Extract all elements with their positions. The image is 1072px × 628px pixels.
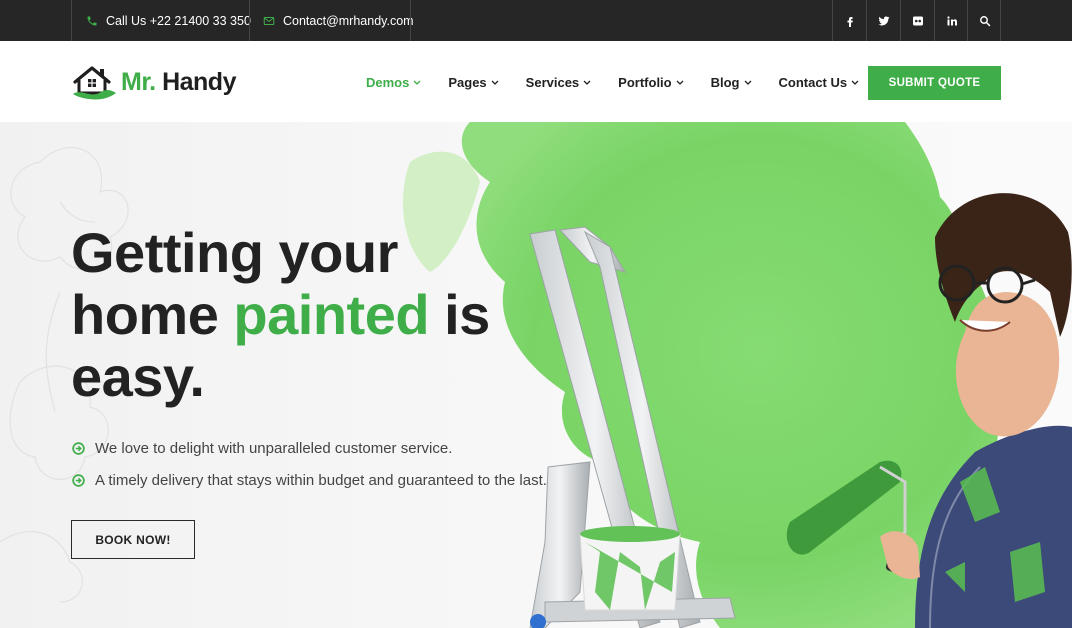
- nav-label: Pages: [448, 75, 487, 90]
- arrow-circle-icon: [72, 473, 85, 487]
- twitter-icon: [878, 16, 889, 25]
- nav-label: Demos: [366, 75, 410, 90]
- headline-line-3: easy.: [71, 345, 205, 408]
- main-header: Mr. Handy Demos Pages Services Portfolio…: [0, 41, 1072, 122]
- phone-icon: [87, 16, 97, 25]
- email-contact[interactable]: Contact@mrhandy.com: [263, 0, 414, 41]
- divider: [71, 0, 72, 41]
- facebook-icon: [847, 16, 853, 27]
- search-button[interactable]: [968, 0, 1001, 41]
- linkedin-link[interactable]: [935, 0, 968, 41]
- headline-line-2-end: is: [429, 283, 490, 346]
- flickr-icon: [912, 16, 923, 25]
- phone-contact[interactable]: Call Us +22 21400 33 350: [86, 0, 251, 41]
- green-paint-splash: [461, 122, 1000, 628]
- chevron-down-icon: [744, 80, 751, 85]
- headline-accent-word: painted: [233, 283, 430, 346]
- arrow-circle-icon: [72, 441, 85, 455]
- divider: [1000, 0, 1001, 41]
- phone-text: Call Us +22 21400 33 350: [106, 13, 251, 28]
- list-item: We love to delight with unparalleled cus…: [72, 432, 547, 464]
- logo-text: Mr. Handy: [121, 68, 236, 97]
- nav-item-blog[interactable]: Blog: [711, 75, 752, 90]
- hero-bullet-list: We love to delight with unparalleled cus…: [72, 432, 547, 496]
- main-navigation: Demos Pages Services Portfolio Blog Cont…: [366, 75, 859, 90]
- chevron-down-icon: [583, 80, 591, 85]
- nav-label: Services: [525, 75, 580, 90]
- chevron-down-icon: [851, 80, 859, 85]
- top-bar: Call Us +22 21400 33 350 Contact@mrhandy…: [0, 0, 1072, 41]
- chevron-down-icon: [413, 80, 421, 85]
- hero-section: Getting your home painted is easy. We lo…: [0, 122, 1072, 628]
- nav-item-services[interactable]: Services: [526, 75, 592, 90]
- hero-headline: Getting your home painted is easy.: [71, 222, 490, 408]
- nav-item-portfolio[interactable]: Portfolio: [618, 75, 684, 90]
- nav-label: Portfolio: [618, 75, 672, 90]
- twitter-link[interactable]: [867, 0, 900, 41]
- email-text: Contact@mrhandy.com: [283, 13, 414, 28]
- paint-bucket: [579, 526, 681, 611]
- envelope-icon: [263, 16, 275, 25]
- divider: [249, 0, 250, 41]
- nav-item-demos[interactable]: Demos: [366, 75, 421, 90]
- flickr-link[interactable]: [901, 0, 934, 41]
- nav-label: Contact Us: [778, 75, 848, 90]
- logo-mr: Mr.: [121, 67, 156, 96]
- headline-line-1: Getting your: [71, 221, 398, 284]
- facebook-link[interactable]: [833, 0, 866, 41]
- nav-item-contact-us[interactable]: Contact Us: [779, 75, 860, 90]
- house-logo-icon: [73, 66, 116, 100]
- logo-name: Handy: [162, 67, 236, 96]
- submit-quote-button[interactable]: SUBMIT QUOTE: [868, 66, 1001, 100]
- list-item: A timely delivery that stays within budg…: [72, 464, 547, 496]
- search-icon: [979, 15, 990, 26]
- bullet-text: A timely delivery that stays within budg…: [95, 471, 547, 489]
- nav-item-pages[interactable]: Pages: [448, 75, 499, 90]
- linkedin-icon: [946, 15, 957, 25]
- nav-label: Blog: [710, 75, 740, 90]
- site-logo[interactable]: Mr. Handy: [71, 63, 236, 101]
- chevron-down-icon: [491, 80, 499, 85]
- divider: [410, 0, 411, 41]
- headline-line-2-start: home: [71, 283, 234, 346]
- book-now-button[interactable]: BOOK NOW!: [71, 520, 195, 559]
- chevron-down-icon: [676, 80, 684, 85]
- bullet-text: We love to delight with unparalleled cus…: [95, 439, 453, 457]
